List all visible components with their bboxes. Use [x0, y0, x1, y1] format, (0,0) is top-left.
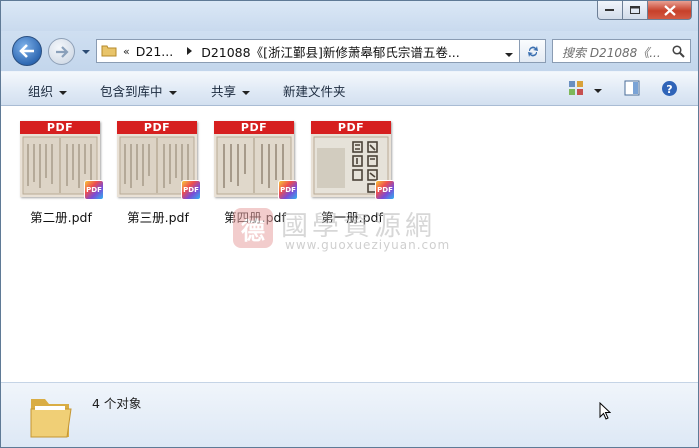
refresh-button[interactable]: [520, 39, 546, 63]
chevron-down-icon: [168, 90, 177, 95]
recent-pages-dropdown[interactable]: [81, 45, 91, 59]
minimize-icon: [605, 9, 614, 11]
mouse-cursor-icon: [599, 401, 612, 423]
breadcrumb-arrow-icon[interactable]: [183, 46, 197, 56]
file-name[interactable]: 第三册.pdf: [115, 207, 201, 226]
maximize-icon: [629, 5, 640, 14]
site-watermark: 德 國學資源網 www.guoxueziyuan.com: [233, 206, 473, 256]
overflow-chevron[interactable]: «: [123, 45, 130, 58]
close-button[interactable]: [648, 1, 692, 20]
include-library-label: 包含到库中: [100, 84, 163, 99]
back-arrow-icon: [19, 44, 34, 58]
view-options-icon[interactable]: [568, 80, 584, 99]
include-in-library-menu[interactable]: 包含到库中: [100, 81, 177, 100]
status-bar: 4 个对象: [1, 382, 698, 447]
chevron-down-icon: [82, 50, 90, 54]
share-menu[interactable]: 共享: [211, 81, 251, 100]
search-icon[interactable]: [672, 45, 685, 61]
forward-arrow-icon: [55, 45, 69, 58]
search-box[interactable]: 搜索 D21088《...: [552, 39, 691, 63]
chevron-down-icon: [59, 90, 68, 95]
preview-pane-icon[interactable]: [624, 80, 640, 99]
breadcrumb-parent[interactable]: D21...: [136, 44, 173, 59]
title-bar: [1, 1, 698, 31]
file-name[interactable]: 第二册.pdf: [18, 207, 104, 226]
pdf-banner: PDF: [20, 121, 100, 134]
pdf-app-icon: PDF: [181, 180, 201, 200]
pdf-banner: PDF: [214, 121, 294, 134]
new-folder-button[interactable]: 新建文件夹: [283, 81, 346, 100]
pdf-app-icon: PDF: [84, 180, 104, 200]
breadcrumb-current[interactable]: D21088《[浙江鄞县]新修萧皋郁氏宗谱五卷...: [201, 42, 460, 61]
pdf-banner: PDF: [117, 121, 197, 134]
item-count: 4 个对象: [92, 396, 142, 411]
view-dropdown[interactable]: [593, 85, 603, 99]
file-view: PDF PDF 第二册.pdf PDF PDF 第三册.pdf PDF PDF …: [1, 106, 698, 382]
help-icon[interactable]: ?: [661, 80, 678, 100]
share-label: 共享: [211, 84, 237, 99]
back-button[interactable]: [12, 36, 42, 66]
pdf-app-icon: PDF: [375, 180, 395, 200]
watermark-url: www.guoxueziyuan.com: [285, 238, 451, 252]
refresh-icon: [527, 46, 538, 57]
window-controls: [597, 1, 692, 20]
chevron-down-icon: [594, 89, 602, 93]
chevron-down-icon: [505, 53, 513, 57]
minimize-button[interactable]: [597, 1, 623, 20]
folder-icon: [27, 391, 73, 444]
folder-icon: [101, 43, 117, 60]
chevron-down-icon: [242, 90, 251, 95]
address-bar[interactable]: « D21... D21088《[浙江鄞县]新修萧皋郁氏宗谱五卷...: [96, 39, 520, 63]
forward-button[interactable]: [48, 38, 75, 65]
address-history-dropdown[interactable]: [504, 48, 514, 62]
search-input[interactable]: 搜索 D21088《...: [562, 44, 661, 61]
watermark-logo: 德: [233, 208, 273, 248]
organize-label: 组织: [28, 84, 54, 99]
close-icon: [663, 4, 676, 16]
navigation-bar: « D21... D21088《[浙江鄞县]新修萧皋郁氏宗谱五卷... 搜索 D…: [1, 31, 698, 71]
pdf-app-icon: PDF: [278, 180, 298, 200]
pdf-banner: PDF: [311, 121, 391, 134]
svg-text:?: ?: [666, 83, 672, 96]
organize-menu[interactable]: 组织: [28, 81, 68, 100]
command-bar: 组织 包含到库中 共享 新建文件夹 ?: [1, 71, 698, 106]
explorer-window: « D21... D21088《[浙江鄞县]新修萧皋郁氏宗谱五卷... 搜索 D…: [0, 0, 699, 448]
maximize-button[interactable]: [623, 1, 648, 20]
